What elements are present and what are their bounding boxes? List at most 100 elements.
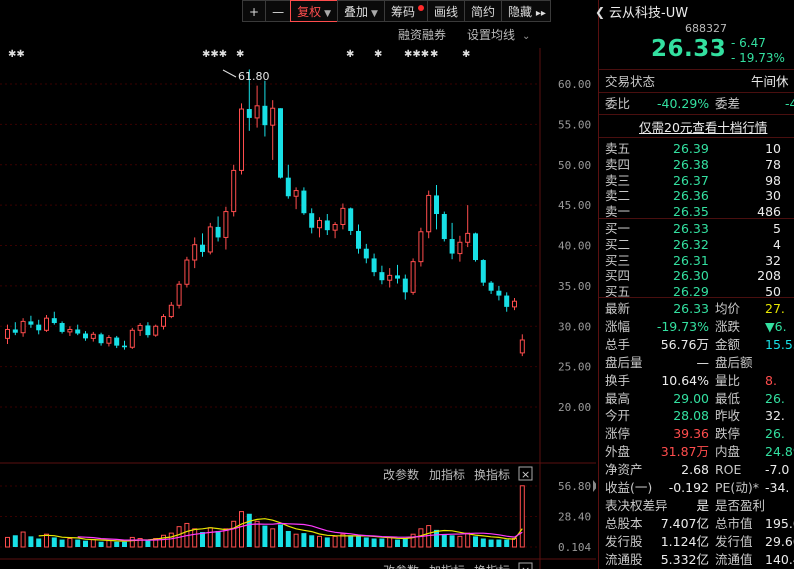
stat-value: 29.60 [765, 533, 794, 549]
volume-bar [200, 532, 205, 547]
stat-value: 26. [765, 426, 785, 442]
ma-settings-link[interactable]: 设置均线 [467, 28, 515, 42]
chips-button[interactable]: 筹码 [383, 0, 428, 22]
volume-bar [441, 534, 447, 547]
candle-body [176, 283, 182, 306]
buy-price: 26.30 [673, 268, 709, 284]
price-axis: 60.00 55.00 50.00 45.00 40.00 35.00 30.00 25.00… [558, 78, 591, 414]
sell-row[interactable]: 卖三 26.37 98 [605, 172, 794, 189]
volume-bar [192, 528, 198, 548]
candle-body [512, 300, 517, 308]
stats-row: 总手 56.76万金额 15.55 [605, 336, 794, 353]
add-indicator-link-2[interactable]: 加指标 [429, 563, 465, 569]
candle-body [270, 107, 276, 126]
stat-label: 发行股 [605, 533, 643, 549]
status-label: 交易状态 [605, 74, 656, 89]
buy-row[interactable]: 买二 26.32 4 [605, 236, 794, 253]
margin-trading-link[interactable]: 融资融券 [398, 27, 446, 42]
stock-name: 云从科技-UW [609, 6, 689, 21]
candle-body [98, 334, 104, 344]
stat-value: 39.36 [673, 426, 709, 442]
fuquan-button[interactable]: 复权 ▼ [290, 0, 338, 22]
candle-body [153, 325, 159, 336]
switch-indicator-link-2[interactable]: 换指标 [474, 563, 510, 569]
volume-bar [161, 534, 166, 548]
volume-bar [363, 537, 369, 547]
candle-body [363, 248, 369, 259]
stats-row: 表决权差异 是是否盈利 [605, 497, 794, 514]
stat-value: 29.00 [673, 390, 709, 406]
candle-body [418, 231, 424, 263]
overlay-button[interactable]: 叠加 ▼ [337, 0, 385, 22]
stat-label: 内盘 [715, 444, 741, 460]
change-params-link-2[interactable]: 改参数 [383, 563, 419, 569]
divider [599, 92, 794, 93]
volume-axis: 56.80 28.40 0.104 [558, 480, 591, 554]
stats-row: 最新 26.33 均价 27. [605, 300, 794, 317]
weicha-label: 委差 [715, 96, 741, 111]
volume-bar [215, 530, 221, 547]
candle-body [262, 105, 268, 126]
sell-row[interactable]: 卖四 26.38 78 [605, 156, 794, 173]
volume-bar [348, 535, 354, 547]
buy-row[interactable]: 买四 26.30 208 [605, 267, 794, 284]
stats-row: 净资产 2.68 ROE -7.0 [605, 461, 794, 478]
stat-value: ▼6. [765, 318, 787, 334]
sell-row[interactable]: 卖五 26.39 10 [605, 140, 794, 157]
volume-bar [379, 538, 385, 547]
volume-bar [449, 535, 455, 547]
simple-mode-button[interactable]: 简约 [463, 0, 502, 22]
zoom-out-button[interactable]: — [265, 0, 292, 22]
candle-body [356, 230, 361, 249]
back-arrow-icon[interactable]: ❮ [595, 5, 605, 19]
sell-row[interactable]: 卖二 26.36 30 [605, 187, 794, 204]
hide-button[interactable]: 隐藏 ▸▸ [500, 0, 551, 22]
buy-row[interactable]: 买三 26.31 32 [605, 252, 794, 269]
stat-label: 总手 [605, 336, 631, 352]
event-mark: ✱ [430, 49, 438, 60]
change-params-link[interactable]: 改参数 [383, 467, 419, 482]
candle-body [402, 278, 408, 293]
candle-body [12, 329, 18, 333]
stat-label: 发行值 [715, 533, 753, 549]
add-indicator-link[interactable]: 加指标 [429, 467, 465, 482]
stat-value: 1.124亿 [660, 533, 709, 549]
volume-bar [20, 531, 26, 548]
candle-body [114, 337, 120, 346]
stat-label: PE(动)* [715, 480, 759, 495]
stat-label: 涨停 [605, 426, 631, 442]
zoom-in-button[interactable]: + [242, 0, 267, 22]
price-change-pct: - 19.73% [731, 51, 785, 65]
volume-bar [301, 533, 307, 547]
stat-value: 26. [765, 390, 785, 406]
candle-body [246, 109, 252, 118]
stat-label: 总市值 [715, 515, 753, 531]
stat-label: 是否盈利 [715, 497, 766, 513]
stat-label: 最新 [605, 301, 631, 316]
volume-bar [28, 536, 34, 547]
stat-value: 27. [765, 301, 785, 316]
close-icon: × [521, 564, 530, 569]
candle-body [480, 260, 486, 283]
volume-bar [402, 538, 408, 547]
volume-bar [223, 528, 229, 548]
volume-bar [434, 529, 439, 547]
divider [599, 114, 794, 115]
switch-indicator-link[interactable]: 换指标 [474, 467, 510, 482]
buy-row[interactable]: 买一 26.33 5 [605, 220, 794, 237]
kline-chart[interactable]: 融资融券 设置均线 ⌄ ✱✱ ✱✱✱ ✱ ✱ ✱ ✱✱✱ ✱ ✱ 60.0055.0050.0… [0, 24, 596, 569]
stat-value: 15.55 [765, 336, 794, 352]
stats-row: 今开 28.08 昨收 32. [605, 407, 794, 424]
candle-body [387, 274, 393, 281]
volume-bar [122, 541, 127, 547]
draw-line-button[interactable]: 画线 [426, 0, 465, 22]
volume-bar [426, 525, 432, 548]
volume-bar [418, 528, 424, 548]
volume-bar [309, 535, 315, 547]
candle-body [348, 208, 354, 231]
candle-body [44, 317, 49, 331]
ten-levels-link[interactable]: 仅需20元查看十档行情 [639, 117, 767, 136]
stat-value: -0.192 [668, 480, 709, 495]
buy-level-label: 买二 [605, 236, 631, 252]
stat-label: 金额 [715, 336, 741, 352]
